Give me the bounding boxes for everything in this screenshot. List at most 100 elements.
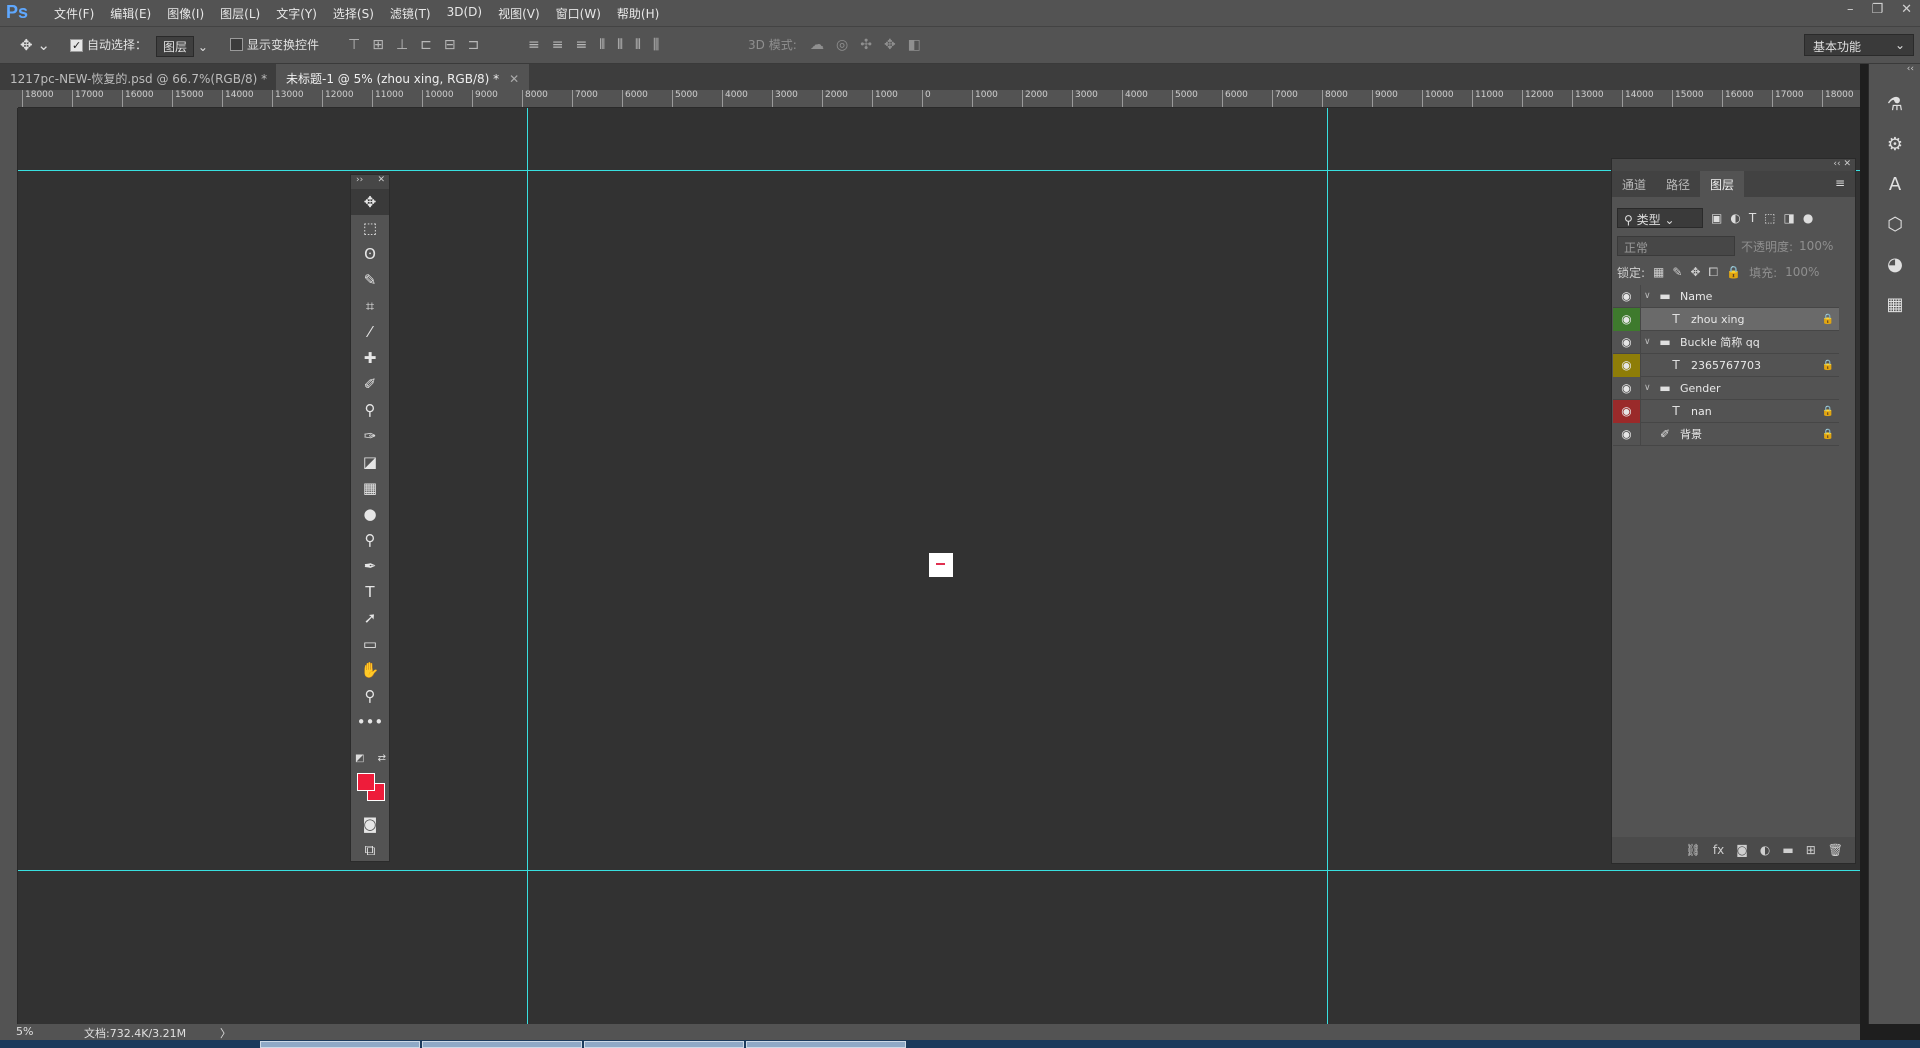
tools-panel-header[interactable]: ›› ✕ bbox=[351, 175, 389, 189]
visibility-eye-icon[interactable]: ◉ bbox=[1613, 422, 1641, 446]
3d-scale-icon[interactable]: ◧ bbox=[908, 37, 921, 53]
3d-orbit-icon[interactable]: ☁ bbox=[810, 37, 824, 53]
tool-presets-icon[interactable]: ⚙ bbox=[1869, 124, 1920, 164]
expand-group-icon[interactable]: ∨ bbox=[1644, 383, 1654, 393]
workspace-dropdown[interactable]: 基本功能 ⌄ bbox=[1804, 34, 1914, 56]
lock-transparent-icon[interactable]: ▦ bbox=[1653, 265, 1664, 279]
distribute-top-icon[interactable]: ≡ bbox=[528, 37, 540, 53]
history-brush-tool-icon[interactable]: ✑ bbox=[351, 423, 389, 449]
collapse-icon[interactable]: ‹‹ bbox=[1869, 64, 1920, 84]
new-layer-icon[interactable]: ⊞ bbox=[1806, 843, 1816, 857]
default-colors-icon[interactable]: ◩ ⇄ bbox=[355, 753, 386, 764]
quick-mask-icon[interactable]: ◙ bbox=[351, 811, 389, 837]
auto-select-checkbox[interactable]: 自动选择： bbox=[70, 36, 147, 53]
tab-channels[interactable]: 通道 bbox=[1612, 171, 1656, 197]
menu-window[interactable]: 窗口(W) bbox=[548, 5, 609, 22]
visibility-eye-icon[interactable]: ◉ bbox=[1613, 376, 1641, 400]
3d-slide-icon[interactable]: ✥ bbox=[884, 37, 896, 53]
align-right-icon[interactable]: ⊐ bbox=[468, 37, 480, 53]
ruler-corner[interactable] bbox=[0, 90, 18, 108]
distribute-left-icon[interactable]: ⫴ bbox=[599, 37, 605, 53]
layer-row[interactable]: ◉ ✐ 背景 🔒 bbox=[1613, 422, 1839, 446]
tab-layers[interactable]: 图层 bbox=[1700, 171, 1745, 197]
expand-group-icon[interactable]: ∨ bbox=[1644, 291, 1654, 301]
distribute-vcenter-icon[interactable]: ≡ bbox=[552, 37, 564, 53]
ruler-vertical[interactable] bbox=[0, 108, 18, 1024]
menu-view[interactable]: 视图(V) bbox=[490, 5, 548, 22]
guide-horizontal[interactable] bbox=[18, 870, 1860, 871]
align-bottom-icon[interactable]: ⊥ bbox=[396, 37, 408, 53]
zoom-level[interactable]: 5% bbox=[16, 1025, 33, 1038]
opacity-value[interactable]: 100% bbox=[1799, 239, 1833, 253]
marquee-tool-icon[interactable]: ⬚ bbox=[351, 215, 389, 241]
filter-adjustment-icon[interactable]: ◐ bbox=[1730, 211, 1740, 225]
layers-panel-header[interactable]: ‹‹ ✕ bbox=[1612, 159, 1855, 171]
expand-group-icon[interactable]: ∨ bbox=[1644, 337, 1654, 347]
filter-pixel-icon[interactable]: ▣ bbox=[1711, 211, 1722, 225]
lock-image-icon[interactable]: ✎ bbox=[1672, 265, 1682, 279]
menu-3d[interactable]: 3D(D) bbox=[439, 5, 490, 22]
brush-presets-icon[interactable]: ⚗ bbox=[1869, 84, 1920, 124]
stamp-tool-icon[interactable]: ⚲ bbox=[351, 397, 389, 423]
distribute-hcenter-icon[interactable]: ⫴ bbox=[617, 37, 623, 53]
3d-icon[interactable]: ⬡ bbox=[1869, 204, 1920, 244]
distribute-right-icon[interactable]: ⫴ bbox=[635, 37, 641, 53]
pen-tool-icon[interactable]: ✒ bbox=[351, 553, 389, 579]
tab-doc-1[interactable]: 1217pc-NEW-恢复的.psd @ 66.7%(RGB/8) *✕ bbox=[0, 64, 297, 90]
3d-roll-icon[interactable]: ◎ bbox=[836, 37, 848, 53]
minimize-icon[interactable]: – bbox=[1847, 2, 1854, 17]
eraser-tool-icon[interactable]: ◪ bbox=[351, 449, 389, 475]
guide-vertical[interactable] bbox=[527, 108, 528, 1024]
filter-kind-dropdown[interactable]: ⚲ 类型 ⌄ bbox=[1617, 208, 1703, 228]
swatches-icon[interactable]: ▦ bbox=[1869, 284, 1920, 324]
new-group-icon[interactable]: ▬ bbox=[1782, 843, 1793, 857]
distribute-bottom-icon[interactable]: ≡ bbox=[575, 37, 587, 53]
rectangle-tool-icon[interactable]: ▭ bbox=[351, 631, 389, 657]
taskbar-button[interactable] bbox=[260, 1041, 420, 1048]
document-canvas[interactable] bbox=[929, 553, 953, 577]
close-icon[interactable]: ‹‹ ✕ bbox=[1833, 159, 1855, 169]
layer-row[interactable]: ◉ ∨ ▬ Gender bbox=[1613, 376, 1839, 400]
3d-pan-icon[interactable]: ✣ bbox=[860, 37, 872, 53]
align-left-icon[interactable]: ⊏ bbox=[420, 37, 432, 53]
filter-smart-object-icon[interactable]: ◨ bbox=[1784, 211, 1795, 225]
filter-shape-icon[interactable]: ⬚ bbox=[1764, 211, 1775, 225]
close-icon[interactable]: ✕ bbox=[1901, 2, 1912, 17]
lasso-tool-icon[interactable]: ʘ bbox=[351, 241, 389, 267]
panel-menu-icon[interactable]: ≡ bbox=[1825, 171, 1855, 197]
filter-type-icon[interactable]: T bbox=[1749, 211, 1756, 225]
align-top-icon[interactable]: ⊤ bbox=[348, 37, 360, 53]
canvas-area[interactable] bbox=[18, 108, 1860, 1024]
status-menu-arrow[interactable]: 〉 bbox=[220, 1025, 231, 1041]
more-tools-icon[interactable]: ••• bbox=[351, 709, 389, 735]
gradient-tool-icon[interactable]: ▦ bbox=[351, 475, 389, 501]
menu-edit[interactable]: 编辑(E) bbox=[102, 5, 159, 22]
visibility-eye-icon[interactable]: ◉ bbox=[1613, 330, 1641, 354]
layer-row[interactable]: ◉ Tnan 🔒 bbox=[1613, 399, 1839, 423]
guide-vertical[interactable] bbox=[1327, 108, 1328, 1024]
swap-colors-icon[interactable]: ⇄ bbox=[378, 753, 386, 764]
align-hcenter-icon[interactable]: ⊟ bbox=[444, 37, 456, 53]
visibility-eye-icon[interactable]: ◉ bbox=[1613, 353, 1641, 377]
visibility-eye-icon[interactable]: ◉ bbox=[1613, 284, 1641, 308]
foreground-color-swatch[interactable] bbox=[357, 773, 375, 791]
adjustment-layer-icon[interactable]: ◐ bbox=[1760, 843, 1770, 857]
zoom-tool-icon[interactable]: ⚲ bbox=[351, 683, 389, 709]
restore-icon[interactable]: ❐ bbox=[1871, 2, 1883, 17]
auto-select-dropdown[interactable]: 图层 ⌄ bbox=[156, 36, 208, 57]
menu-image[interactable]: 图像(I) bbox=[159, 5, 212, 22]
tab-paths[interactable]: 路径 bbox=[1656, 171, 1700, 197]
screen-mode-icon[interactable]: ⧉ bbox=[351, 837, 389, 863]
layer-row[interactable]: ◉ Tzhou xing 🔒 bbox=[1613, 307, 1839, 331]
menu-type[interactable]: 文字(Y) bbox=[268, 5, 325, 22]
layer-row[interactable]: ◉ T 2365767703 🔒 bbox=[1613, 353, 1839, 377]
guide-horizontal[interactable] bbox=[18, 170, 1860, 171]
filter-toggle-icon[interactable]: ● bbox=[1803, 211, 1813, 225]
menu-layer[interactable]: 图层(L) bbox=[212, 5, 268, 22]
dodge-tool-icon[interactable]: ⚲ bbox=[351, 527, 389, 553]
show-transform-checkbox[interactable]: 显示变换控件 bbox=[230, 36, 319, 53]
close-tab-icon[interactable]: ✕ bbox=[509, 72, 519, 86]
move-tool-icon[interactable]: ✥ bbox=[351, 189, 389, 215]
layer-row[interactable]: ◉ ∨ ▬ Name bbox=[1613, 284, 1839, 308]
fx-icon[interactable]: fx bbox=[1713, 843, 1724, 857]
